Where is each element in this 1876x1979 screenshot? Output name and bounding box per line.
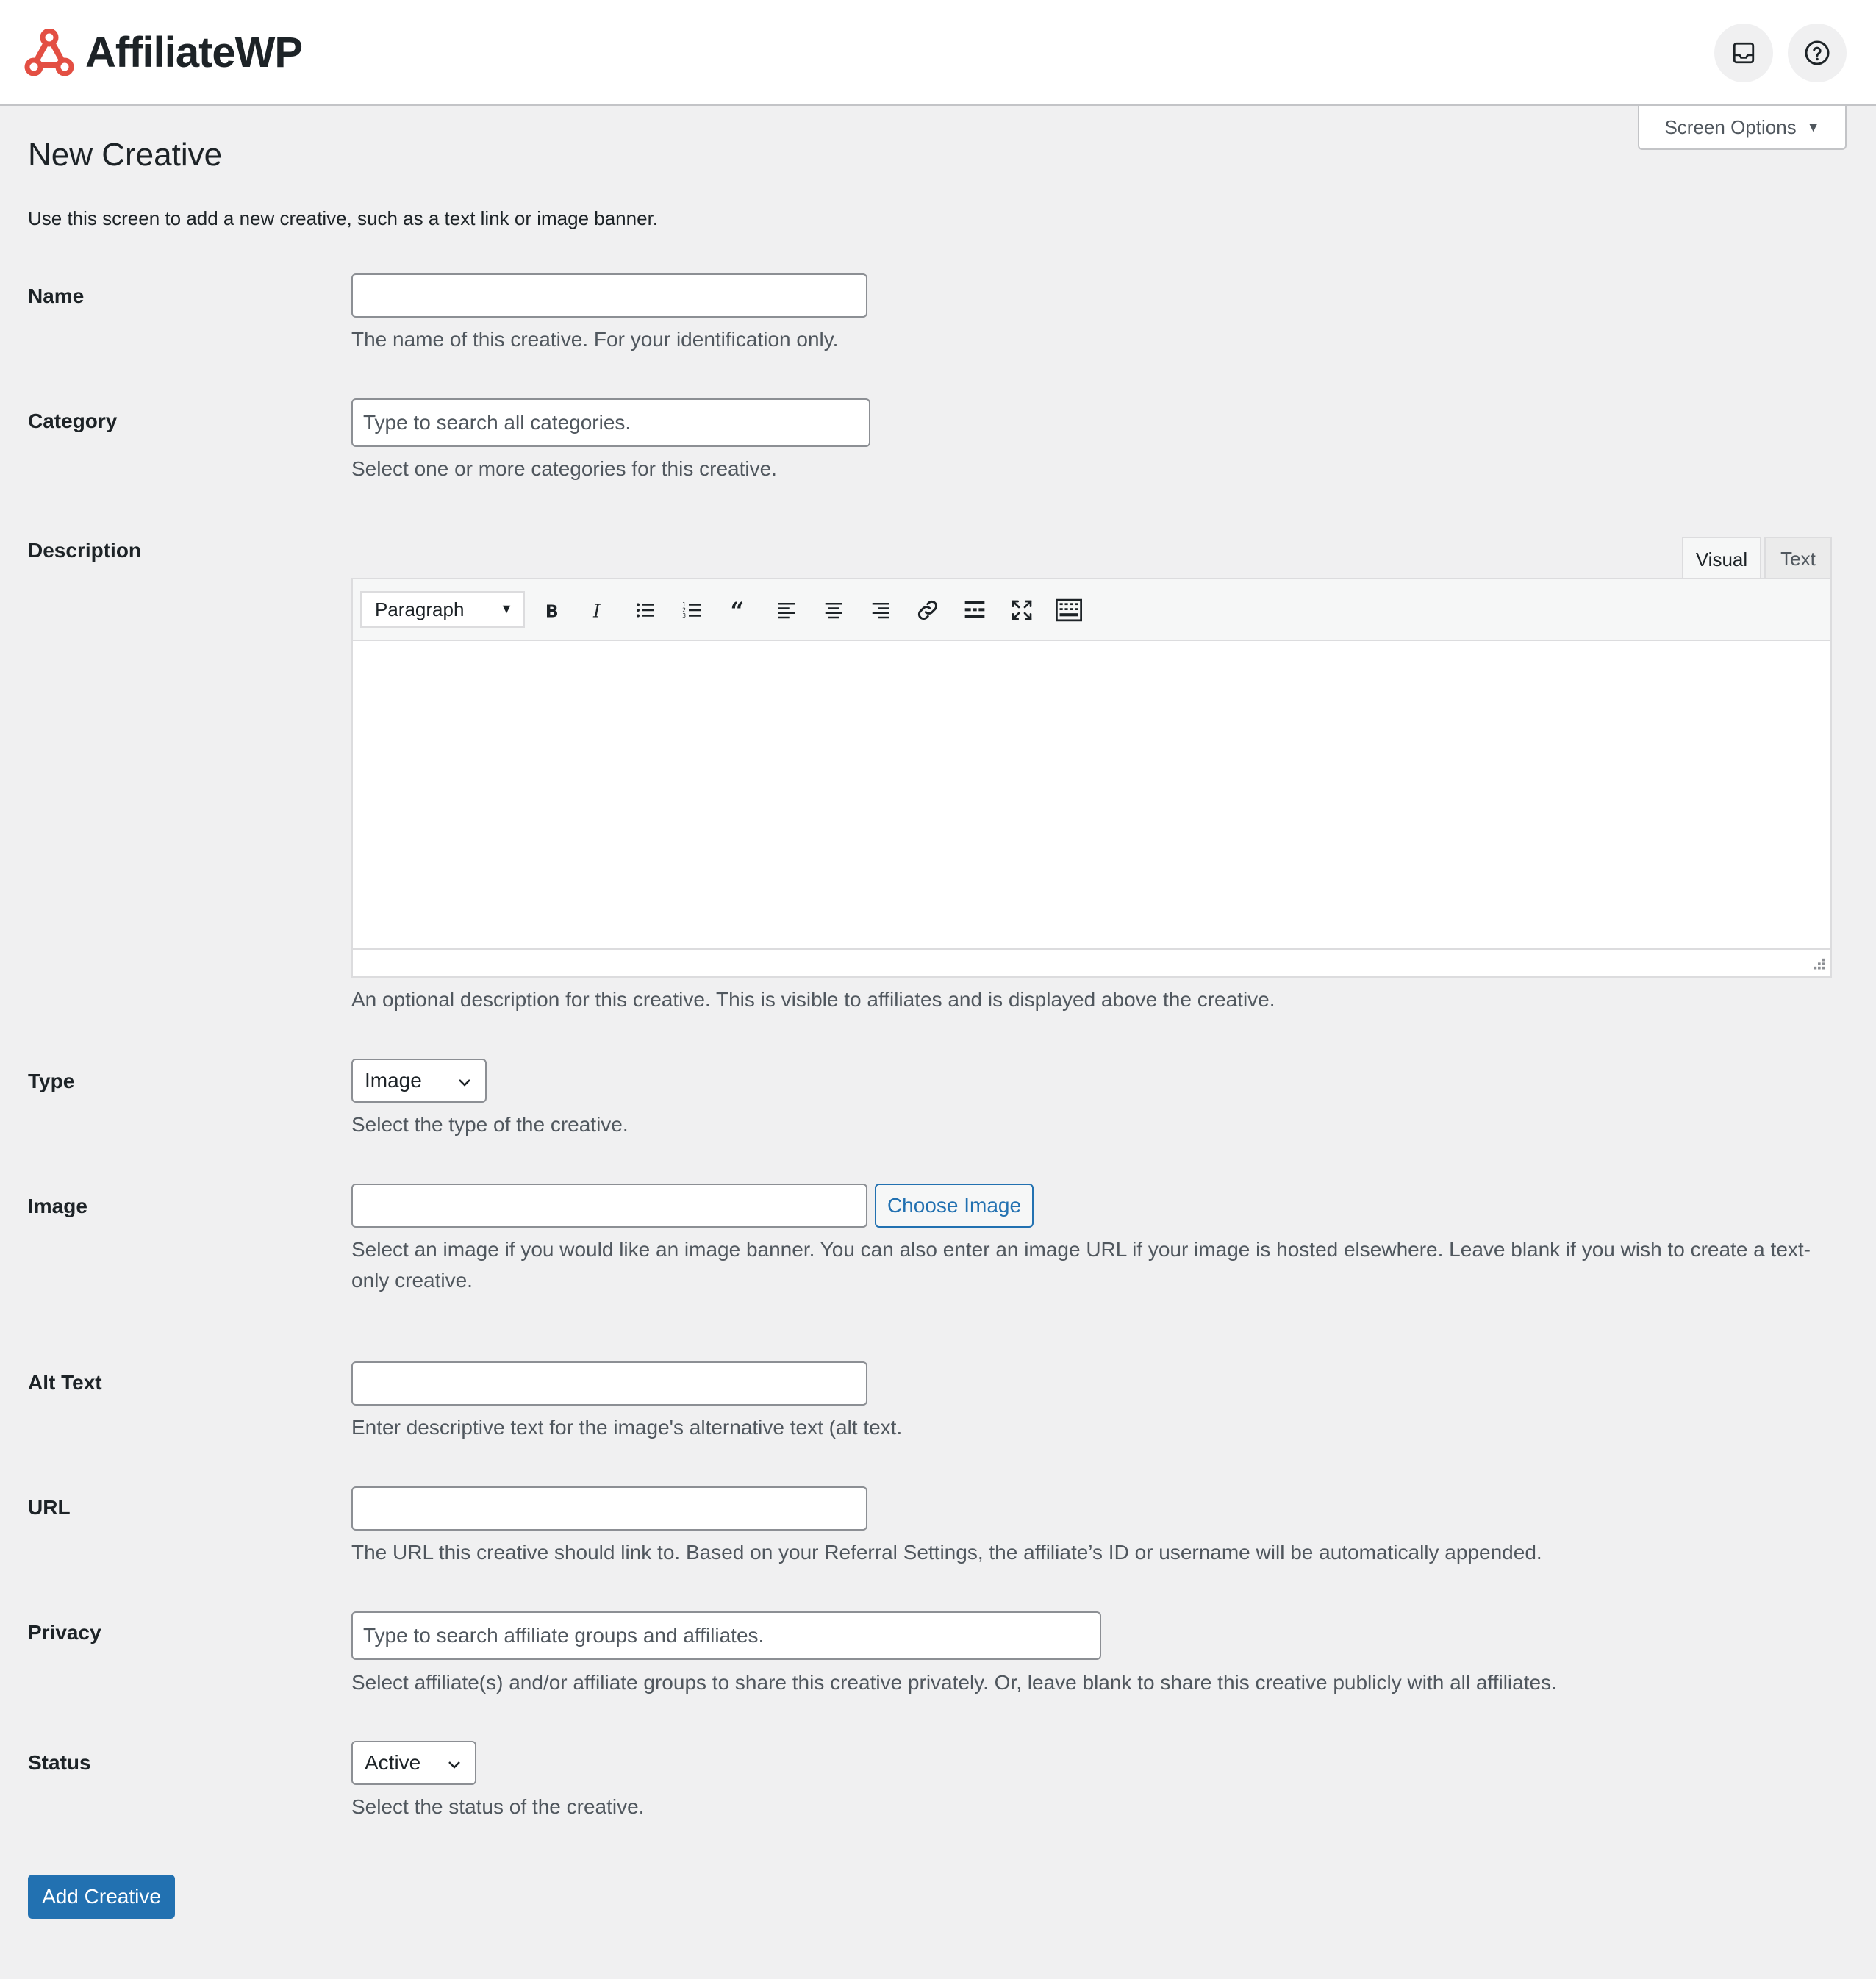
link-button[interactable] [913,595,942,625]
resize-handle-icon[interactable] [1810,957,1826,973]
italic-button[interactable]: I [584,595,613,625]
svg-text:B: B [545,601,559,620]
page-intro: Use this screen to add a new creative, s… [28,207,659,229]
type-select[interactable]: Image [351,1059,487,1103]
numbered-list-icon: 123 [682,601,701,619]
image-label: Image [28,1195,87,1217]
add-creative-button[interactable]: Add Creative [28,1875,175,1919]
inbox-button[interactable] [1714,24,1773,82]
type-select-value: Image [365,1069,422,1092]
numbered-list-button[interactable]: 123 [678,595,707,625]
format-select[interactable]: Paragraph ▼ [360,591,525,628]
blockquote-button[interactable]: “ [725,595,754,625]
url-label: URL [28,1496,71,1519]
svg-text:3: 3 [682,612,686,619]
svg-text:I: I [592,600,601,620]
image-help: Select an image if you would like an ima… [351,1238,1811,1292]
help-button[interactable] [1788,24,1847,82]
status-select-value: Active [365,1751,421,1774]
editor-statusbar [353,948,1830,976]
chevron-down-icon [459,1079,470,1087]
fullscreen-icon [1012,600,1032,620]
tab-text[interactable]: Text [1764,537,1832,579]
bold-icon: B [545,601,559,620]
link-icon [917,600,938,620]
status-help: Select the status of the creative. [351,1795,645,1818]
privacy-search-input[interactable]: Type to search affiliate groups and affi… [351,1611,1101,1660]
bold-button[interactable]: B [537,595,566,625]
description-label: Description [28,539,142,562]
help-icon [1805,40,1830,65]
name-label: Name [28,284,85,307]
bullet-list-icon [637,603,654,618]
read-more-icon [964,601,985,618]
editor-toolbar: Paragraph ▼ B I 123 “ [353,579,1830,641]
alt-text-input[interactable] [351,1361,867,1406]
page-title: New Creative [28,137,223,173]
bullet-list-button[interactable] [631,595,660,625]
image-url-input[interactable] [351,1184,867,1228]
type-label: Type [28,1070,75,1092]
chevron-down-icon [448,1761,460,1769]
description-editor: Paragraph ▼ B I 123 “ [351,578,1832,978]
inbox-icon [1733,42,1755,64]
caret-down-icon: ▼ [1806,119,1820,135]
read-more-button[interactable] [960,595,989,625]
name-help: The name of this creative. For your iden… [351,328,839,351]
blockquote-icon: “ [731,599,745,621]
type-help: Select the type of the creative. [351,1113,629,1136]
editor-content-area[interactable] [353,641,1830,948]
alt-text-help: Enter descriptive text for the image's a… [351,1416,903,1439]
affiliatewp-logo-icon [24,28,74,76]
affiliatewp-logo[interactable]: AffiliateWP [24,28,303,77]
italic-icon: I [592,600,601,620]
alt-text-label: Alt Text [28,1371,102,1394]
screen-options-label: Screen Options [1664,115,1797,138]
url-input[interactable] [351,1486,867,1531]
top-header: AffiliateWP [0,0,1876,106]
align-left-button[interactable] [772,595,801,625]
screen-options-button[interactable]: Screen Options ▼ [1638,106,1847,150]
align-left-icon [778,603,795,619]
privacy-label: Privacy [28,1621,101,1644]
category-label: Category [28,409,118,432]
format-select-value: Paragraph [375,598,465,620]
status-label: Status [28,1751,91,1774]
category-help: Select one or more categories for this c… [351,457,777,480]
description-help: An optional description for this creativ… [351,988,1275,1011]
toolbar-toggle-button[interactable] [1054,595,1084,625]
tab-visual[interactable]: Visual [1682,537,1761,581]
status-select[interactable]: Active [351,1741,476,1785]
fullscreen-button[interactable] [1007,595,1037,625]
app-name: AffiliateWP [85,29,303,76]
align-right-icon [872,603,889,619]
caret-down-icon: ▼ [500,601,513,616]
name-input[interactable] [351,273,867,318]
category-search-input[interactable]: Type to search all categories. [351,398,870,447]
toolbar-toggle-icon [1056,598,1082,622]
align-right-button[interactable] [866,595,895,625]
privacy-help: Select affiliate(s) and/or affiliate gro… [351,1671,1557,1694]
svg-text:“: “ [731,599,745,621]
align-center-icon [825,603,842,619]
url-help: The URL this creative should link to. Ba… [351,1541,1542,1564]
align-center-button[interactable] [819,595,848,625]
choose-image-button[interactable]: Choose Image [875,1184,1034,1228]
